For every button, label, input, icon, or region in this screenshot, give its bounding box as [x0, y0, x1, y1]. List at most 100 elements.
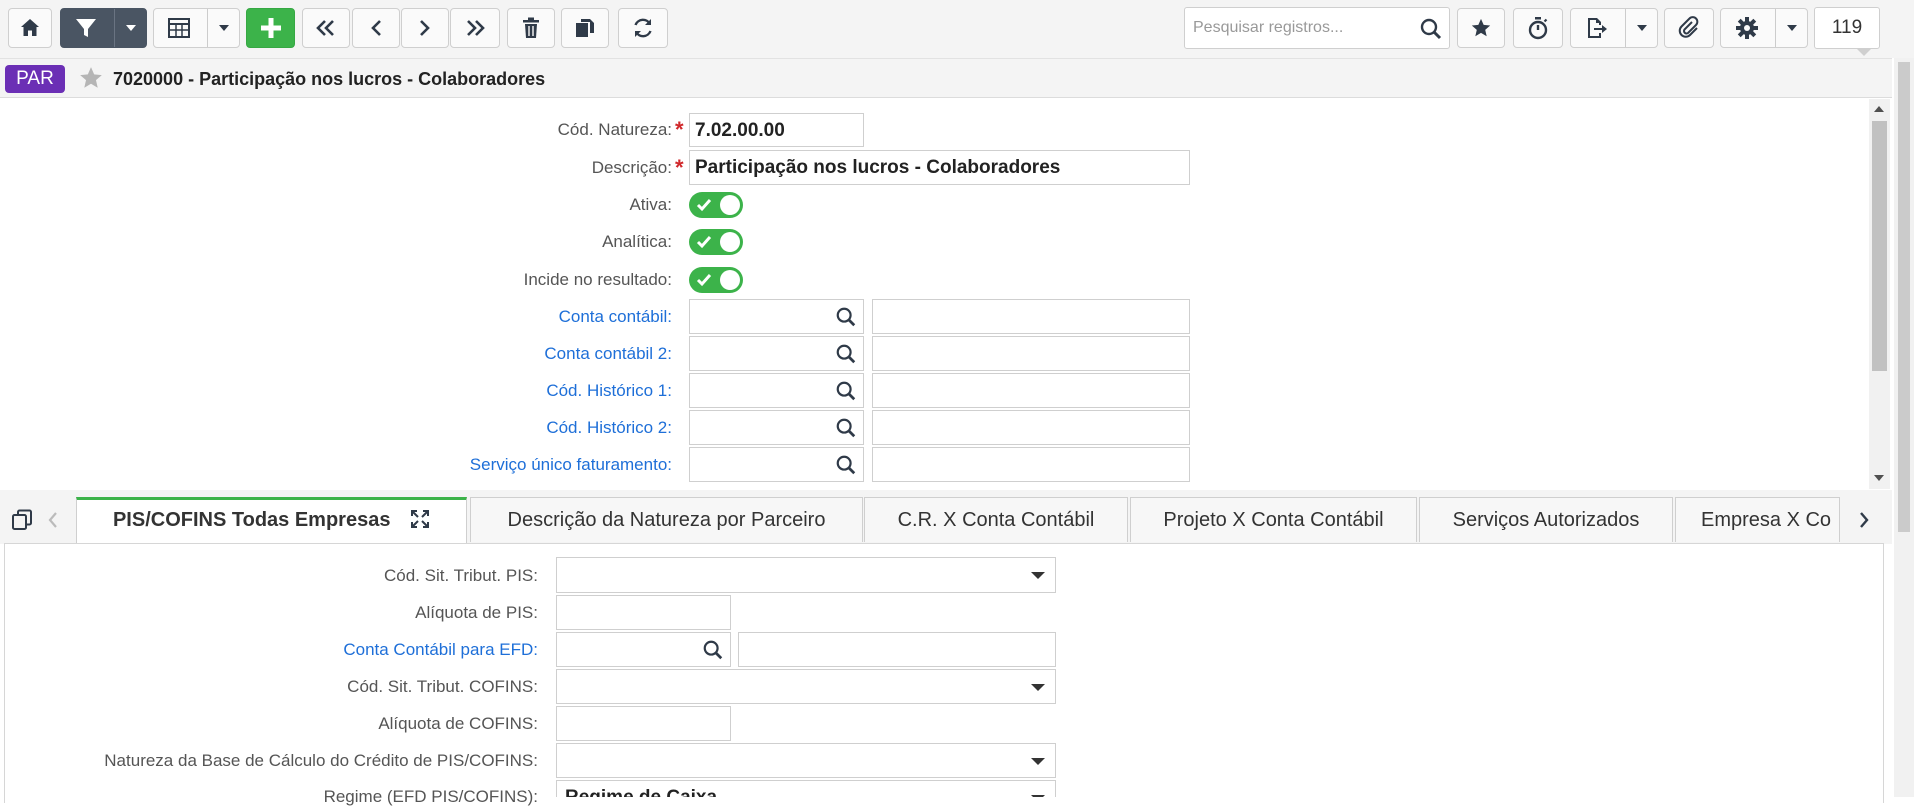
- tab-servicos-autorizados[interactable]: Serviços Autorizados: [1419, 497, 1673, 542]
- toggle-knob: [720, 232, 740, 252]
- window-copy-icon[interactable]: [10, 508, 34, 532]
- favorite-star-icon[interactable]: [78, 65, 104, 91]
- natureza-base-select[interactable]: [556, 743, 1056, 778]
- trash-icon: [523, 17, 539, 38]
- search-icon[interactable]: [835, 343, 857, 365]
- tab-projeto-conta-contabil[interactable]: Projeto X Conta Contábil: [1130, 497, 1417, 542]
- aliquota-pis-field[interactable]: [556, 595, 731, 630]
- entity-badge: PAR: [5, 65, 65, 93]
- tab-pis-cofins[interactable]: PIS/COFINS Todas Empresas: [76, 497, 467, 544]
- tab-descricao-natureza-parceiro[interactable]: Descrição da Natureza por Parceiro: [470, 497, 863, 542]
- tab-cr-conta-contabil[interactable]: C.R. X Conta Contábil: [864, 497, 1128, 542]
- aliquota-cofins-field[interactable]: [556, 706, 731, 741]
- attachment-button[interactable]: [1664, 8, 1714, 48]
- filter-button[interactable]: [60, 8, 147, 48]
- analitica-toggle[interactable]: [689, 229, 743, 255]
- regime-select[interactable]: Regime de Caixa: [556, 780, 1056, 797]
- aliquota-pis-label: Alíquota de PIS:: [415, 603, 538, 622]
- copy-icon: [576, 19, 594, 37]
- check-icon: [696, 199, 712, 212]
- previous-record-button[interactable]: [352, 8, 400, 48]
- timer-button[interactable]: [1513, 8, 1563, 48]
- last-record-button[interactable]: [450, 8, 500, 48]
- grid-dropdown-caret[interactable]: [207, 9, 239, 47]
- first-record-button[interactable]: [302, 8, 350, 48]
- plus-icon: [260, 18, 281, 38]
- page-scrollbar-thumb[interactable]: [1898, 62, 1910, 532]
- conta-contabil-2-label[interactable]: Conta contábil 2:: [400, 344, 672, 364]
- caret-down-icon: [1031, 684, 1045, 691]
- ativa-toggle[interactable]: [689, 192, 743, 218]
- page-scrollbar[interactable]: [1894, 58, 1914, 797]
- form-scrollbar[interactable]: [1869, 99, 1890, 489]
- conta-contabil-label[interactable]: Conta contábil:: [400, 307, 672, 327]
- search-icon[interactable]: [835, 306, 857, 328]
- conta-contabil-code-field[interactable]: [689, 299, 864, 334]
- cod-historico-1-label[interactable]: Cód. Histórico 1:: [400, 381, 672, 401]
- delete-button[interactable]: [507, 8, 555, 48]
- export-button[interactable]: [1570, 8, 1658, 48]
- expand-icon[interactable]: [410, 509, 430, 529]
- servico-unico-label[interactable]: Serviço único faturamento:: [400, 455, 672, 475]
- search-icon[interactable]: [835, 380, 857, 402]
- duplicate-button[interactable]: [561, 8, 609, 48]
- servico-unico-code-field[interactable]: [689, 447, 864, 482]
- chevron-left-icon: [371, 20, 381, 36]
- analitica-label: Analítica:: [602, 232, 672, 251]
- chevron-right-icon: [420, 20, 430, 36]
- cod-historico-1-code-field[interactable]: [689, 373, 864, 408]
- cst-cofins-select[interactable]: [556, 669, 1056, 704]
- refresh-button[interactable]: [618, 8, 668, 48]
- conta-contabil-2-code-field[interactable]: [689, 336, 864, 371]
- search-icon[interactable]: [702, 639, 724, 661]
- cod-historico-2-code-field[interactable]: [689, 410, 864, 445]
- required-marker: *: [675, 117, 684, 142]
- grid-view-button[interactable]: [153, 8, 240, 48]
- search-icon[interactable]: [1419, 17, 1443, 41]
- cod-historico-1-description-field: [872, 373, 1190, 408]
- scroll-up-arrow-icon[interactable]: [1874, 106, 1884, 112]
- search-icon[interactable]: [835, 454, 857, 476]
- export-dropdown-caret[interactable]: [1625, 9, 1657, 47]
- settings-button[interactable]: [1720, 8, 1808, 48]
- double-chevron-right-icon: [467, 20, 485, 36]
- filter-dropdown-caret[interactable]: [114, 9, 146, 47]
- descricao-field[interactable]: Participação nos lucros - Colaboradores: [689, 150, 1190, 185]
- record-counter: 119: [1814, 7, 1880, 49]
- favorite-button[interactable]: [1457, 8, 1505, 48]
- tabs-scroll-left-icon[interactable]: [46, 510, 60, 530]
- search-input[interactable]: [1185, 8, 1415, 48]
- toolbar: 119: [0, 0, 1914, 58]
- cod-natureza-label: Cód. Natureza:: [557, 120, 672, 139]
- cod-natureza-field[interactable]: 7.02.00.00: [689, 113, 864, 147]
- add-button[interactable]: [246, 8, 295, 48]
- caret-down-icon: [1786, 25, 1797, 31]
- conta-contabil-description-field: [872, 299, 1190, 334]
- title-bar: PAR 7020000 - Participação nos lucros - …: [0, 58, 1892, 98]
- tabs-scroll-right-icon[interactable]: [1857, 510, 1871, 530]
- regime-label: Regime (EFD PIS/COFINS):: [323, 787, 538, 806]
- search-icon[interactable]: [835, 417, 857, 439]
- caret-down-icon: [1031, 758, 1045, 765]
- scrollbar-thumb[interactable]: [1872, 121, 1887, 371]
- next-record-button[interactable]: [401, 8, 449, 48]
- conta-efd-code-field[interactable]: [556, 632, 731, 667]
- cod-historico-2-label[interactable]: Cód. Histórico 2:: [400, 418, 672, 438]
- conta-contabil-2-description-field: [872, 336, 1190, 371]
- settings-dropdown-caret[interactable]: [1775, 9, 1807, 47]
- export-icon: [1588, 18, 1607, 38]
- cst-pis-select[interactable]: [556, 557, 1056, 593]
- tab-empresa-conta[interactable]: Empresa X Co: [1675, 497, 1840, 542]
- required-marker: *: [675, 155, 684, 180]
- tab-bar: PIS/COFINS Todas Empresas Descrição da N…: [0, 490, 1892, 544]
- conta-efd-label[interactable]: Conta Contábil para EFD:: [60, 640, 538, 660]
- double-chevron-left-icon: [316, 20, 334, 36]
- incide-toggle[interactable]: [689, 267, 743, 293]
- home-button[interactable]: [8, 8, 52, 48]
- scroll-down-arrow-icon[interactable]: [1874, 475, 1884, 481]
- descricao-value: Participação nos lucros - Colaboradores: [695, 157, 1061, 178]
- check-icon: [696, 236, 712, 249]
- cst-pis-label: Cód. Sit. Tribut. PIS:: [383, 566, 538, 585]
- home-icon: [21, 19, 39, 36]
- page-title: 7020000 - Participação nos lucros - Cola…: [113, 69, 546, 89]
